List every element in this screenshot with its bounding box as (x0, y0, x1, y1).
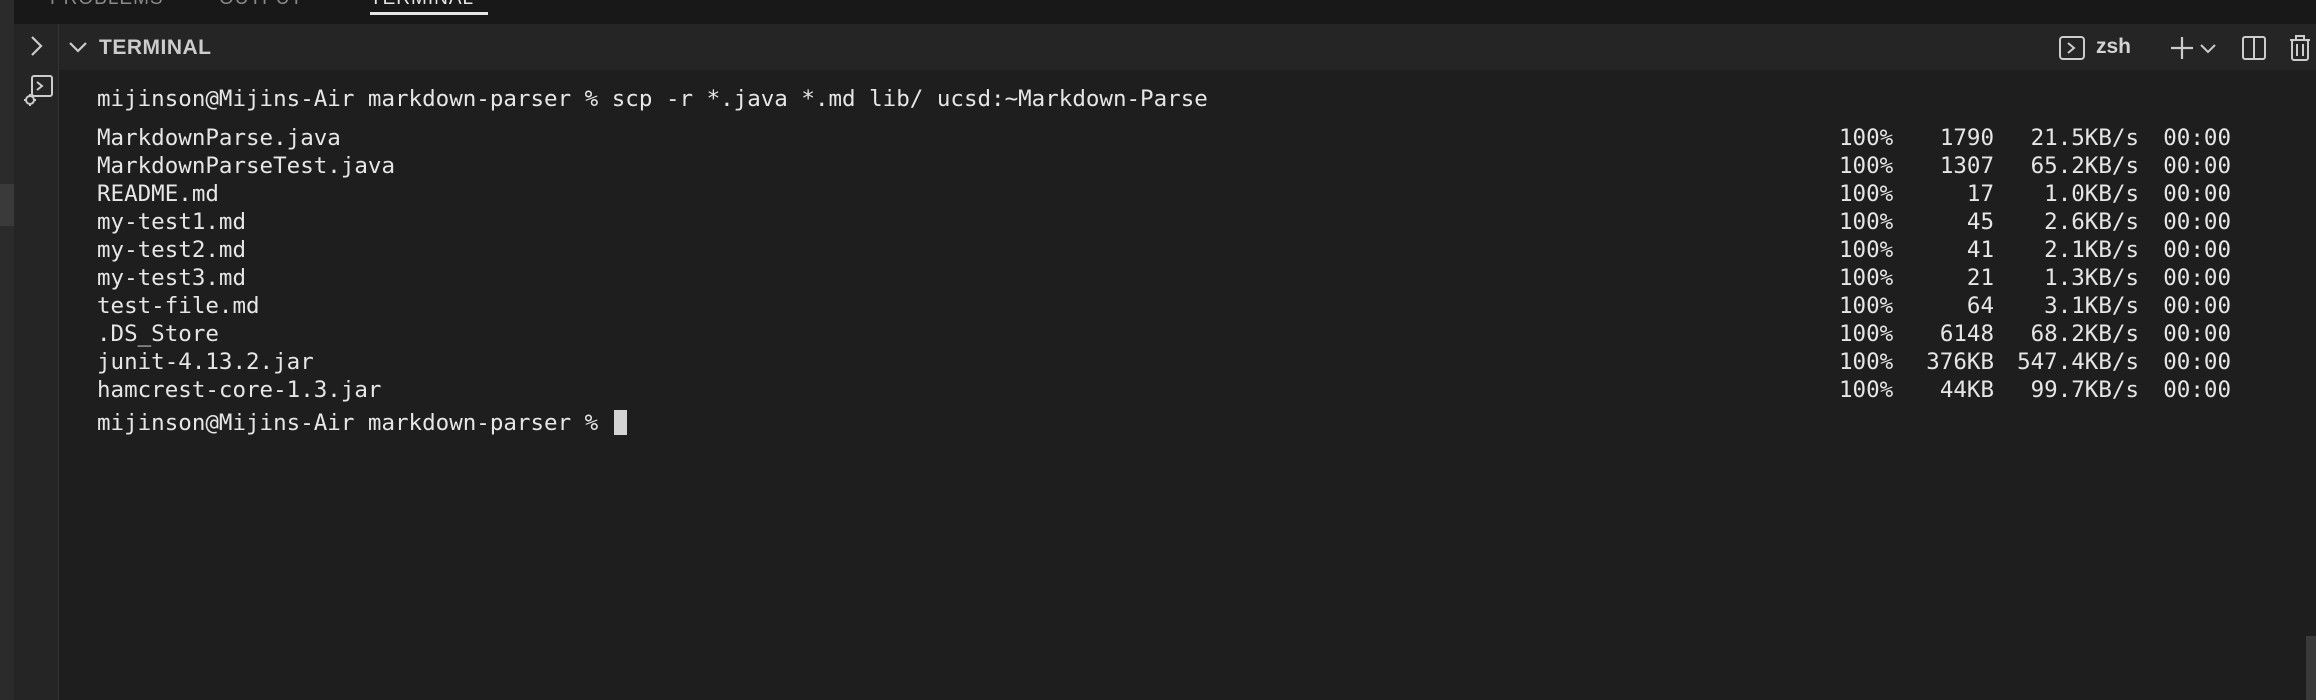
transfer-size: 45 (1966, 209, 1994, 235)
transfer-time: 00:00 (2163, 321, 2231, 347)
active-tab-indicator (370, 12, 488, 15)
split-icon[interactable] (2240, 34, 2268, 62)
transfer-rate: 68.2KB/s (2030, 321, 2139, 347)
transfer-rate: 2.1KB/s (2044, 237, 2139, 263)
transfer-time: 00:00 (2163, 237, 2231, 263)
transfer-rate: 99.7KB/s (2030, 377, 2139, 403)
transfer-rate: 547.4KB/s (2017, 349, 2139, 375)
transfer-percent: 100% (1839, 125, 1894, 151)
transfer-time: 00:00 (2163, 209, 2231, 235)
prompt-line[interactable]: mijinson@Mijins-Air markdown-parser % (97, 409, 627, 437)
tab-output[interactable]: OUTPUT (219, 0, 303, 10)
transfer-size: 44KB (1939, 377, 1994, 403)
chevron-down-icon[interactable] (66, 35, 90, 59)
transfer-rate: 1.0KB/s (2044, 181, 2139, 207)
tab-terminal[interactable]: TERMINAL (370, 0, 474, 10)
transfer-rate: 21.5KB/s (2030, 125, 2139, 151)
transfer-rate: 65.2KB/s (2030, 153, 2139, 179)
vscode-panel: PROBLEMS OUTPUT TERMINAL TERMINAL zsh (0, 0, 2316, 700)
terminal-side-column (14, 24, 59, 700)
terminal-panel-header: TERMINAL zsh (14, 24, 2316, 70)
gutter-highlight (0, 184, 14, 226)
transfer-time: 00:00 (2163, 181, 2231, 207)
transfer-size: 21 (1966, 265, 1994, 291)
transfer-filename: my-test2.md (97, 237, 247, 263)
transfer-time: 00:00 (2163, 125, 2231, 151)
transfer-filename: README.md (97, 181, 219, 207)
transfer-filename: test-file.md (97, 293, 260, 319)
transfer-rate: 3.1KB/s (2044, 293, 2139, 319)
transfer-percent: 100% (1839, 349, 1894, 375)
transfer-time: 00:00 (2163, 153, 2231, 179)
terminal-icon[interactable] (2058, 34, 2086, 62)
plus-icon[interactable] (2168, 34, 2196, 62)
transfer-filename: junit-4.13.2.jar (97, 349, 314, 375)
transfer-size: 6148 (1939, 321, 1994, 347)
shell-name[interactable]: zsh (2096, 35, 2131, 59)
transfer-time: 00:00 (2163, 265, 2231, 291)
tab-problems[interactable]: PROBLEMS (50, 0, 164, 10)
transfer-percent: 100% (1839, 237, 1894, 263)
transfer-percent: 100% (1839, 181, 1894, 207)
transfer-rate: 2.6KB/s (2044, 209, 2139, 235)
transfer-percent: 100% (1839, 293, 1894, 319)
transfer-filename: MarkdownParseTest.java (97, 153, 396, 179)
transfer-size: 64 (1966, 293, 1994, 319)
transfer-time: 00:00 (2163, 293, 2231, 319)
transfer-size: 1790 (1939, 125, 1994, 151)
transfer-percent: 100% (1839, 265, 1894, 291)
transfer-percent: 100% (1839, 377, 1894, 403)
transfer-percent: 100% (1839, 153, 1894, 179)
transfer-time: 00:00 (2163, 377, 2231, 403)
transfer-percent: 100% (1839, 321, 1894, 347)
transfer-rate: 1.3KB/s (2044, 265, 2139, 291)
transfer-size: 41 (1966, 237, 1994, 263)
trash-icon[interactable] (2286, 34, 2314, 62)
transfer-time: 00:00 (2163, 349, 2231, 375)
terminal-output[interactable]: mijinson@Mijins-Air markdown-parser % sc… (59, 70, 2289, 700)
text-cursor (613, 410, 627, 435)
prompt-text: mijinson@Mijins-Air markdown-parser % (97, 410, 599, 436)
panel-title: TERMINAL (99, 36, 212, 59)
chevron-right-icon[interactable] (22, 32, 50, 60)
terminal-debug-icon[interactable] (22, 74, 54, 108)
editor-gutter-strip (0, 0, 14, 700)
transfer-filename: my-test3.md (97, 265, 247, 291)
terminal-scrollbar[interactable] (2306, 636, 2316, 700)
chevron-down-icon[interactable] (2198, 34, 2218, 62)
transfer-filename: hamcrest-core-1.3.jar (97, 377, 382, 403)
command-line: mijinson@Mijins-Air markdown-parser % sc… (97, 86, 1208, 112)
transfer-filename: .DS_Store (97, 321, 219, 347)
transfer-size: 1307 (1939, 153, 1994, 179)
panel-tab-bar: PROBLEMS OUTPUT TERMINAL (14, 0, 2316, 24)
transfer-size: 376KB (1926, 349, 1994, 375)
transfer-filename: MarkdownParse.java (97, 125, 341, 151)
transfer-percent: 100% (1839, 209, 1894, 235)
transfer-filename: my-test1.md (97, 209, 247, 235)
transfer-size: 17 (1966, 181, 1994, 207)
